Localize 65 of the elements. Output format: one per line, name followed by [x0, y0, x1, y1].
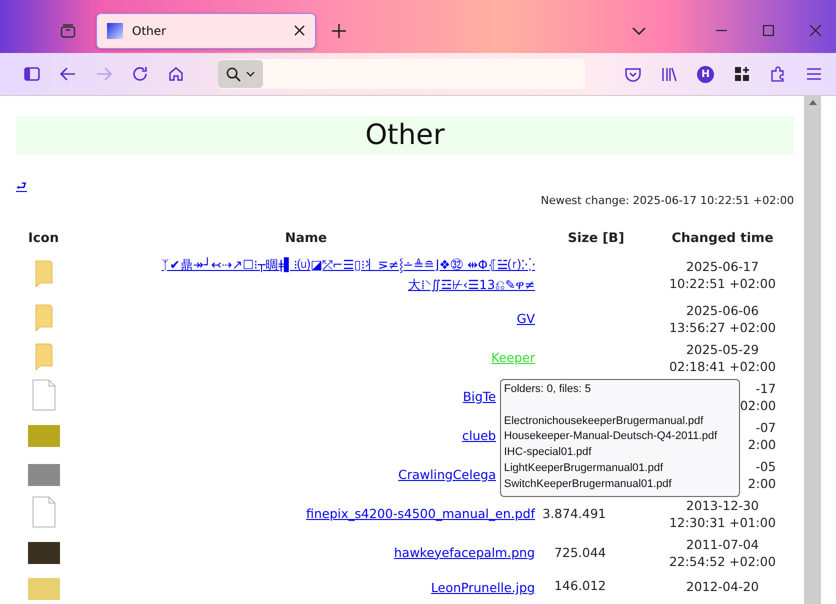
back-arrow-icon[interactable]: [60, 67, 76, 81]
changed-time: -17: [754, 380, 776, 396]
changed-time: 2011-07-04: [685, 536, 760, 552]
file-name-link[interactable]: hawkeyefacepalm.png: [394, 542, 535, 562]
changed-time: 2012-04-20: [685, 578, 760, 595]
tooltip-summary: Folders: 0, files: 5: [504, 382, 592, 397]
sidebar-icon[interactable]: [24, 67, 40, 81]
changed-time: 12:30:31 +01:00: [668, 514, 777, 530]
folder-icon: [34, 303, 52, 331]
browser-tab[interactable]: Other: [96, 12, 316, 48]
maximize-icon[interactable]: [763, 25, 774, 36]
tooltip-file-name: LightKeeperBrugermanual01.pdf: [504, 460, 664, 476]
scroll-up-icon[interactable]: [808, 100, 816, 105]
search-engine-button[interactable]: [218, 60, 263, 88]
account-avatar[interactable]: H: [697, 66, 714, 82]
changed-time: 10:22:51 +02:00: [668, 274, 777, 292]
library-icon[interactable]: [661, 66, 678, 82]
new-tab-icon[interactable]: [332, 24, 346, 38]
changed-time: 2025-06-06: [685, 302, 760, 318]
changed-time: 2025-06-17: [685, 258, 760, 274]
home-icon[interactable]: [168, 66, 184, 82]
folder-icon: [34, 342, 52, 370]
changed-time: 2025-05-29: [685, 340, 760, 358]
tab-title: Other: [132, 24, 168, 38]
file-name-link[interactable]: CrawlingCelega: [398, 464, 496, 484]
column-header: Name: [284, 230, 327, 246]
scrollbar[interactable]: [804, 96, 821, 604]
file-name-link[interactable]: clueb: [462, 426, 496, 446]
changed-time: 2013-12-30: [685, 496, 760, 514]
tooltip-file-name: SwitchKeeperBrugermanual01.pdf: [504, 476, 673, 492]
extensions-grid-icon[interactable]: [734, 66, 750, 82]
file-name-link[interactable]: finepix_s4200-s4500_manual_en.pdf: [306, 504, 535, 524]
file-name-link[interactable]: GV: [516, 308, 535, 328]
file-name-link[interactable]: ᛉ✔鼎↠┘↢⇢↗☐⁝┬晭ǂ▌⁝⒰◪⤱⌐☰▯⁝⺦⋝≠⸾∸≜≘⌋❖㉜ ⇹Φ⦃☱⒭⁚⁛大⁞⸌∬☲⊬‹☰13⎌✎ዋ≠: [71, 254, 535, 294]
chevron-down-icon: [246, 71, 255, 77]
file-size: 725.044: [554, 545, 606, 560]
pocket-icon[interactable]: [625, 66, 642, 82]
file-icon: [32, 496, 56, 528]
file-name-link[interactable]: BigTe: [462, 386, 496, 406]
column-header: Changed time: [672, 230, 774, 246]
column-header: Size [B]: [568, 230, 624, 246]
folder-icon: [34, 259, 52, 287]
parent-folder-link[interactable]: ⮐: [16, 179, 27, 193]
close-icon[interactable]: [294, 25, 305, 36]
tab-list-icon[interactable]: [60, 22, 76, 38]
page-heading: Other: [16, 116, 794, 154]
puzzle-icon[interactable]: [770, 66, 786, 82]
changed-time: 13:56:27 +02:00: [668, 318, 777, 336]
newest-change-text: Newest change: 2025-06-17 10:22:51 +02:00: [540, 194, 794, 207]
changed-time: 02:00: [738, 396, 776, 414]
tooltip-file-name: IHC-special01.pdf: [504, 445, 592, 460]
file-name-link[interactable]: LeonPrunelle.jpg: [431, 578, 535, 598]
file-size: 146.012: [554, 578, 606, 593]
changed-time: 22:54:52 +02:00: [668, 552, 777, 570]
search-icon: [226, 66, 241, 82]
file-icon: [32, 379, 56, 411]
page-favicon: [107, 22, 123, 38]
reload-icon[interactable]: [132, 66, 148, 82]
menu-icon[interactable]: [806, 68, 822, 80]
column-header: Icon: [28, 230, 59, 246]
file-size: 3.874.491: [542, 506, 606, 521]
changed-time: 02:18:41 +02:00: [668, 358, 777, 374]
tooltip-file-name: ElectronichousekeeperBrugermanual.pdf: [504, 414, 704, 429]
tooltip-file-name: Housekeeper-Manual-Deutsch-Q4-2011.pdf: [504, 429, 718, 444]
chevron-down-icon[interactable]: [632, 26, 646, 34]
